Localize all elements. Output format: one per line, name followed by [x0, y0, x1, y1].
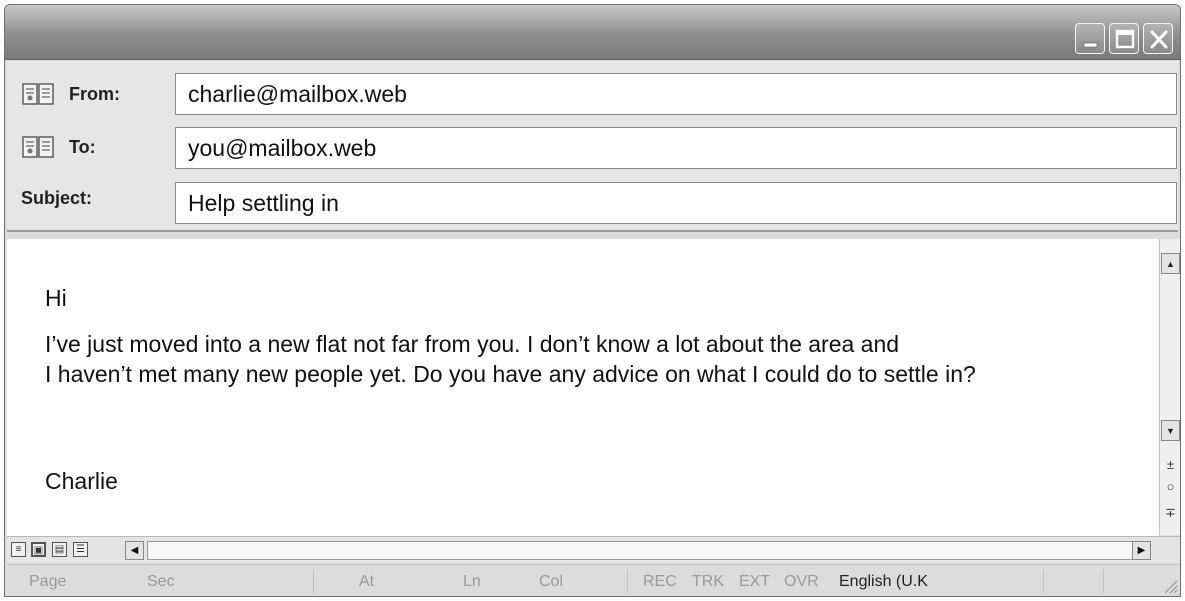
arrow-left-icon: ◀ — [130, 545, 139, 556]
subject-label: Subject: — [21, 178, 92, 218]
status-extend[interactable]: EXT — [739, 573, 770, 591]
close-button[interactable] — [1143, 23, 1173, 54]
maximize-icon — [1115, 29, 1135, 49]
close-icon — [1150, 30, 1168, 49]
to-label: To: — [69, 136, 96, 157]
web-layout-view-icon[interactable]: ▣ — [31, 542, 46, 557]
status-divider — [313, 569, 314, 593]
status-bar: Page Sec At Ln Col REC TRK EXT OVR Engli… — [7, 564, 1180, 596]
email-window: From: charlie@mailbox.web To: you@mailbo… — [4, 4, 1181, 597]
select-browse-object-icon[interactable]: ○ — [1160, 479, 1180, 494]
status-track-changes[interactable]: TRK — [692, 573, 724, 591]
status-column: Col — [539, 573, 564, 590]
scroll-down-button[interactable]: ▼ — [1161, 420, 1180, 441]
scroll-right-button[interactable]: ▶ — [1132, 541, 1151, 560]
body-line-2: I haven’t met many new people yet. Do yo… — [45, 361, 976, 387]
status-divider — [627, 569, 628, 593]
previous-page-icon[interactable]: ± — [1160, 457, 1180, 472]
status-language[interactable]: English (U.K — [839, 573, 928, 591]
from-label: From: — [69, 83, 120, 104]
to-field[interactable]: you@mailbox.web — [175, 127, 1177, 169]
status-at: At — [359, 573, 375, 590]
from-field[interactable]: charlie@mailbox.web — [175, 73, 1177, 115]
status-divider — [1103, 569, 1104, 593]
minimize-icon — [1083, 42, 1098, 48]
arrow-up-icon: ▲ — [1166, 258, 1175, 269]
minimize-button[interactable] — [1075, 23, 1105, 54]
status-line: Ln — [463, 573, 481, 590]
to-label-group: To: — [21, 127, 96, 167]
subject-label-text: Subject: — [21, 187, 93, 208]
scroll-left-button[interactable]: ◀ — [125, 541, 144, 560]
address-book-icon[interactable] — [21, 134, 57, 160]
body-line-1: I’ve just moved into a new flat not far … — [45, 331, 900, 357]
greeting-text: Hi — [45, 285, 67, 311]
arrow-down-icon: ▼ — [1166, 425, 1175, 436]
arrow-right-icon: ▶ — [1137, 545, 1146, 556]
status-page: Page — [29, 573, 67, 590]
status-section: Sec — [147, 573, 175, 590]
maximize-button[interactable] — [1109, 23, 1139, 54]
title-bar[interactable] — [5, 5, 1180, 60]
print-layout-view-icon[interactable]: ▤ — [52, 542, 67, 557]
next-page-icon[interactable]: ∓ — [1160, 505, 1180, 521]
status-record[interactable]: REC — [643, 573, 677, 591]
horizontal-scroll-track[interactable] — [147, 541, 1150, 560]
subject-field[interactable]: Help settling in — [175, 182, 1177, 224]
resize-grip-icon[interactable] — [1162, 578, 1178, 594]
scroll-up-button[interactable]: ▲ — [1161, 253, 1180, 274]
vertical-scrollbar[interactable]: ▲ ▼ ± ○ ∓ — [1159, 239, 1180, 535]
status-overtype[interactable]: OVR — [784, 573, 819, 591]
status-divider — [1043, 569, 1044, 593]
signoff-text: Charlie — [45, 468, 118, 494]
normal-view-icon[interactable]: ≡ — [11, 542, 26, 557]
message-header: From: charlie@mailbox.web To: you@mailbo… — [7, 61, 1178, 232]
address-book-icon[interactable] — [21, 81, 57, 107]
outline-view-icon[interactable]: ☰ — [73, 542, 88, 557]
horizontal-scroll-bar: ≡ ▣ ▤ ☰ ◀ ▶ — [7, 536, 1180, 563]
from-label-group: From: — [21, 74, 120, 114]
message-body[interactable]: Hi I’ve just moved into a new flat not f… — [7, 239, 1159, 536]
